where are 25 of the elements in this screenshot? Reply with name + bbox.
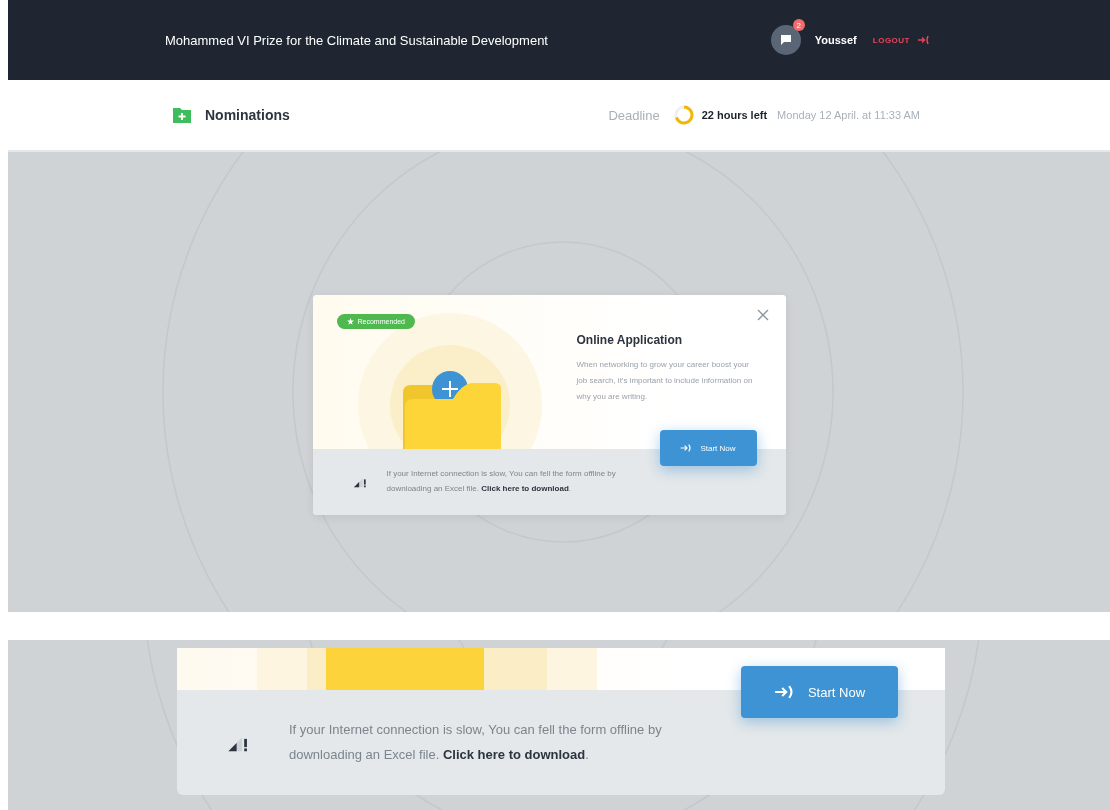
dialog-title: Online Application: [576, 333, 684, 347]
folder-add-icon: [173, 107, 191, 123]
time-remaining: 22 hours left: [701, 109, 768, 121]
offline-notice: If your Internet connection is slow, You can fell the form offline by downloading an Excel file. Click here to download.: [289, 721, 663, 764]
logout-link[interactable]: LOGOUT: [872, 35, 910, 45]
dialog-description: When networking to grow your career boost your job search, it's important to include information on why you are writing.: [576, 359, 754, 403]
sign-in-icon: [773, 685, 795, 699]
close-button[interactable]: [755, 309, 770, 323]
site-title: Mohammed VI Prize for the Climate and Sustainable Development: [165, 32, 549, 48]
deadline-label: Deadline: [608, 107, 660, 123]
spinner-icon: [673, 105, 694, 125]
star-icon: [346, 318, 354, 325]
offline-notice: If your Internet connection is slow, You can fell the form offline by downloading an Excel file. Click here to download.: [386, 468, 617, 495]
notification-count: 2: [792, 19, 805, 31]
start-now-button[interactable]: Start Now: [659, 430, 757, 466]
chat-icon: [779, 34, 792, 46]
start-now-button[interactable]: Start Now: [741, 666, 898, 718]
page-title: Nominations: [205, 107, 291, 123]
deadline-date: Monday 12 April. at 11:33 AM: [777, 109, 920, 121]
logout-icon[interactable]: [918, 35, 930, 45]
download-link[interactable]: Click here to download: [481, 484, 569, 493]
close-icon: [756, 309, 769, 321]
sign-in-icon: [680, 444, 693, 452]
messages-button[interactable]: [770, 25, 801, 55]
user-name: Youssef: [814, 34, 857, 46]
